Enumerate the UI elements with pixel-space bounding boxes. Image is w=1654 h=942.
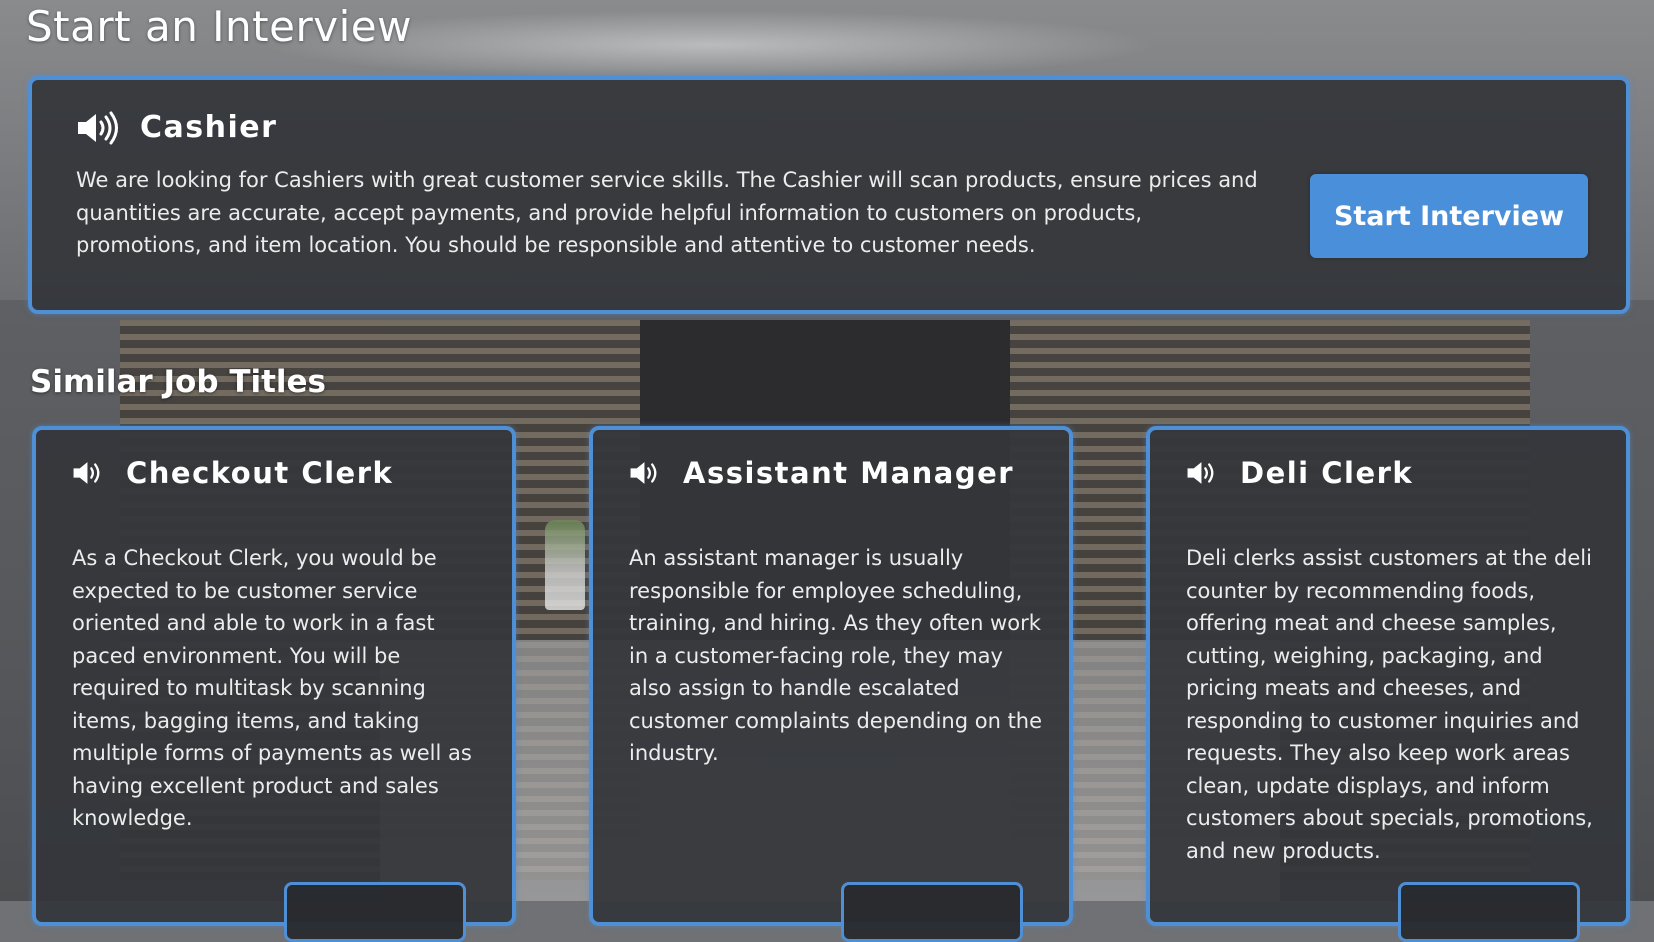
speaker-icon[interactable] [72, 459, 106, 487]
job-card-button[interactable] [841, 882, 1023, 942]
job-card-button[interactable] [1398, 882, 1580, 942]
featured-job-card: Cashier We are looking for Cashiers with… [28, 76, 1630, 314]
job-card-description: Deli clerks assist customers at the deli… [1186, 546, 1593, 863]
job-card-deli-clerk: Deli Clerk Deli clerks assist customers … [1146, 426, 1630, 942]
job-card-description: As a Checkout Clerk, you would be expect… [72, 546, 472, 830]
job-card-assistant-manager: Assistant Manager An assistant manager i… [589, 426, 1073, 942]
job-card-title: Deli Clerk [1240, 456, 1414, 490]
page-title: Start an Interview [26, 2, 412, 51]
speaker-icon[interactable] [1186, 459, 1220, 487]
similar-jobs-heading: Similar Job Titles [30, 364, 327, 400]
featured-job-title: Cashier [140, 110, 278, 145]
job-card-header: Checkout Clerk [72, 456, 393, 490]
speaker-icon[interactable] [76, 111, 120, 145]
job-card-title: Assistant Manager [683, 456, 1015, 490]
featured-job-description: We are looking for Cashiers with great c… [76, 168, 1258, 257]
start-interview-button[interactable]: Start Interview [1310, 174, 1588, 258]
plant-pot [545, 520, 585, 610]
job-card-checkout-clerk: Checkout Clerk As a Checkout Clerk, you … [32, 426, 516, 942]
job-card-description: An assistant manager is usually responsi… [629, 546, 1043, 765]
featured-job-header: Cashier [76, 110, 277, 145]
job-card-button[interactable] [284, 882, 466, 942]
job-card-header: Deli Clerk [1186, 456, 1413, 490]
speaker-icon[interactable] [629, 459, 663, 487]
job-card-title: Checkout Clerk [126, 456, 394, 490]
job-card-header: Assistant Manager [629, 456, 1014, 490]
